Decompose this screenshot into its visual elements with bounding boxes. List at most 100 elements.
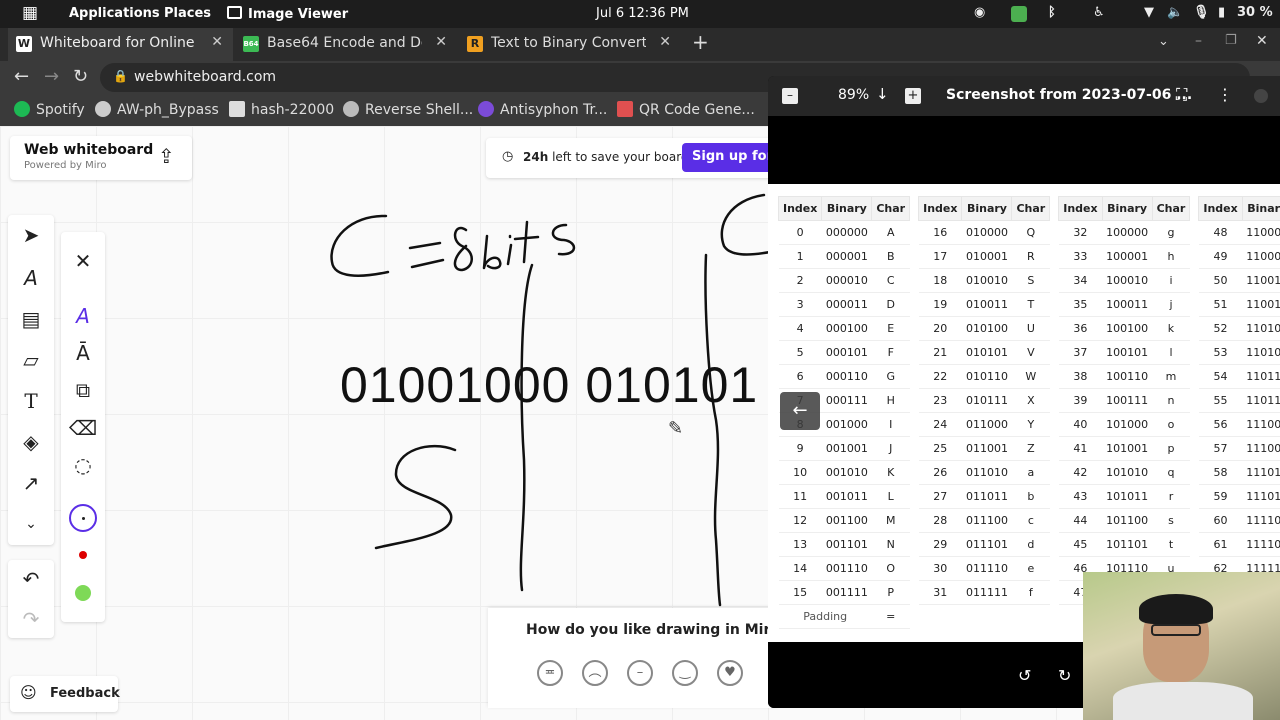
close-tab-icon[interactable]: ✕ bbox=[659, 34, 671, 50]
column-gap bbox=[1189, 292, 1199, 317]
table-cell: o bbox=[1152, 412, 1190, 437]
table-cell: E bbox=[871, 316, 910, 341]
rapidtables-favicon-icon: R bbox=[467, 36, 483, 52]
pen-icon[interactable]: A bbox=[68, 301, 98, 331]
table-cell: 000111 bbox=[821, 388, 872, 413]
close-icon[interactable]: ✕ bbox=[68, 246, 98, 276]
column-gap bbox=[1189, 460, 1199, 485]
table-cell: H bbox=[871, 388, 910, 413]
tab-base64[interactable]: B64 Base64 Encode and Deco ✕ bbox=[235, 28, 457, 61]
sign-up-button[interactable]: Sign up for free bbox=[682, 143, 782, 172]
applications-menu[interactable]: Applications bbox=[69, 6, 160, 21]
pen-tool-icon[interactable]: A bbox=[16, 263, 46, 293]
table-cell: 6 bbox=[778, 364, 822, 389]
window-control-icon[interactable] bbox=[1254, 89, 1268, 103]
shapes-icon[interactable]: ◈ bbox=[16, 427, 46, 457]
share-upload-icon[interactable]: ⇪ bbox=[158, 144, 175, 168]
more-tools-chevron-icon[interactable]: ⌄ bbox=[16, 509, 46, 539]
tab-whiteboard[interactable]: W Whiteboard for Online Co ✕ bbox=[8, 28, 233, 61]
clock[interactable]: Jul 6 12:36 PM bbox=[596, 6, 689, 21]
column-gap bbox=[1049, 196, 1059, 221]
table-cell: 37 bbox=[1058, 340, 1103, 365]
highlighter-icon[interactable]: Ā bbox=[68, 338, 98, 368]
active-app-menu[interactable]: Image Viewer bbox=[227, 6, 348, 22]
bookmark-antisyphon[interactable]: Antisyphon Tr... bbox=[478, 101, 607, 118]
system-top-bar: ▦ Applications Places Image Viewer Jul 6… bbox=[0, 0, 1280, 28]
bookmark-hash-22000[interactable]: hash-22000 bbox=[229, 101, 334, 118]
minimize-window-icon[interactable]: – bbox=[1195, 33, 1202, 49]
screen-record-icon: ◉ bbox=[974, 5, 986, 20]
feedback-button[interactable]: ☺ Feedback bbox=[10, 676, 120, 712]
app-indicator-icon bbox=[1011, 6, 1027, 22]
column-gap bbox=[1189, 364, 1199, 389]
frowning-face-icon[interactable]: ︵ bbox=[582, 660, 608, 686]
bookmark-spotify[interactable]: Spotify bbox=[14, 101, 85, 118]
table-cell: 44 bbox=[1058, 508, 1103, 533]
back-arrow-icon[interactable]: ← bbox=[14, 66, 29, 87]
apps-grid-icon[interactable]: ▦ bbox=[22, 3, 38, 23]
table-cell: T bbox=[1011, 292, 1050, 317]
bookmark-aw-ph-bypass[interactable]: AW-ph_Bypass bbox=[95, 101, 219, 118]
maximize-window-icon[interactable]: ❐ bbox=[1225, 33, 1237, 48]
color-red-swatch[interactable] bbox=[79, 551, 87, 559]
table-cell: 56 bbox=[1198, 412, 1243, 437]
table-cell: i bbox=[1152, 268, 1190, 293]
zoom-out-icon[interactable]: – bbox=[782, 88, 798, 104]
table-cell: Y bbox=[1011, 412, 1050, 437]
rotate-right-icon[interactable]: ↻ bbox=[1058, 666, 1071, 685]
stroke-size-selector[interactable] bbox=[69, 504, 97, 532]
column-gap bbox=[1189, 196, 1199, 221]
close-tab-icon[interactable]: ✕ bbox=[435, 34, 447, 50]
sticky-note-icon[interactable]: ▱ bbox=[16, 345, 46, 375]
zoom-level[interactable]: 89% bbox=[838, 87, 869, 103]
tab-text-to-binary[interactable]: R Text to Binary Converter ✕ bbox=[459, 28, 681, 61]
table-cell: S bbox=[1011, 268, 1050, 293]
close-tab-icon[interactable]: ✕ bbox=[211, 34, 223, 50]
heart-eyes-face-icon[interactable]: ♥ bbox=[717, 660, 743, 686]
text-tool-icon[interactable]: T bbox=[16, 386, 46, 416]
angry-face-icon[interactable]: ≖ bbox=[537, 660, 563, 686]
bookmark-reverse-shell[interactable]: Reverse Shell... bbox=[343, 101, 473, 118]
table-cell: 53 bbox=[1198, 340, 1243, 365]
smiling-face-icon[interactable]: ‿ bbox=[672, 660, 698, 686]
table-cell: 000100 bbox=[821, 316, 872, 341]
frame-template-icon[interactable]: ▤ bbox=[16, 304, 46, 334]
table-cell: J bbox=[871, 436, 910, 461]
close-window-icon[interactable]: ✕ bbox=[1256, 33, 1268, 49]
table-cell: 001101 bbox=[821, 532, 872, 557]
rotate-left-icon[interactable]: ↺ bbox=[1018, 666, 1031, 685]
previous-image-arrow-icon[interactable]: ← bbox=[780, 392, 820, 430]
forward-arrow-icon[interactable]: → bbox=[44, 66, 59, 87]
fullscreen-icon[interactable]: ⛶ bbox=[1176, 85, 1187, 105]
table-row: 10001010K 26011010a 42101010q 58111010 bbox=[778, 460, 1280, 485]
reload-icon[interactable]: ↻ bbox=[73, 66, 88, 87]
table-cell: 13 bbox=[778, 532, 822, 557]
active-app-label: Image Viewer bbox=[248, 7, 349, 22]
stroke-divider-left bbox=[519, 263, 534, 592]
typed-binary-text[interactable]: 01001000 010101 bbox=[340, 356, 768, 414]
menu-kebab-icon[interactable]: ⋮ bbox=[1217, 85, 1233, 104]
neutral-face-icon[interactable]: – bbox=[627, 660, 653, 686]
table-cell: 16 bbox=[918, 220, 962, 245]
table-cell: 42 bbox=[1058, 460, 1103, 485]
select-cursor-icon[interactable]: ➤ bbox=[16, 220, 46, 250]
bookmark-qr-code[interactable]: QR Code Gene... bbox=[617, 101, 755, 118]
table-cell: 59 bbox=[1198, 484, 1243, 509]
redo-icon[interactable]: ↷ bbox=[16, 604, 46, 634]
table-cell: 24 bbox=[918, 412, 962, 437]
undo-icon[interactable]: ↶ bbox=[16, 564, 46, 594]
zoom-dropdown-icon[interactable]: ↓ bbox=[876, 85, 889, 103]
smart-draw-icon[interactable]: ⧉ bbox=[68, 375, 98, 405]
table-cell: 101011 bbox=[1102, 484, 1153, 509]
table-cell: 49 bbox=[1198, 244, 1243, 269]
connector-arrow-icon[interactable]: ↗ bbox=[16, 468, 46, 498]
eraser-icon[interactable]: ⌫ bbox=[68, 413, 98, 443]
color-green-swatch[interactable] bbox=[75, 585, 91, 601]
column-gap bbox=[909, 220, 919, 245]
lasso-icon[interactable]: ◌ bbox=[68, 450, 98, 480]
tab-search-chevron-icon[interactable]: ⌄ bbox=[1158, 34, 1169, 49]
table-cell: 27 bbox=[918, 484, 962, 509]
zoom-in-icon[interactable]: + bbox=[905, 88, 921, 104]
places-menu[interactable]: Places bbox=[164, 6, 211, 21]
new-tab-icon[interactable]: + bbox=[692, 30, 709, 54]
